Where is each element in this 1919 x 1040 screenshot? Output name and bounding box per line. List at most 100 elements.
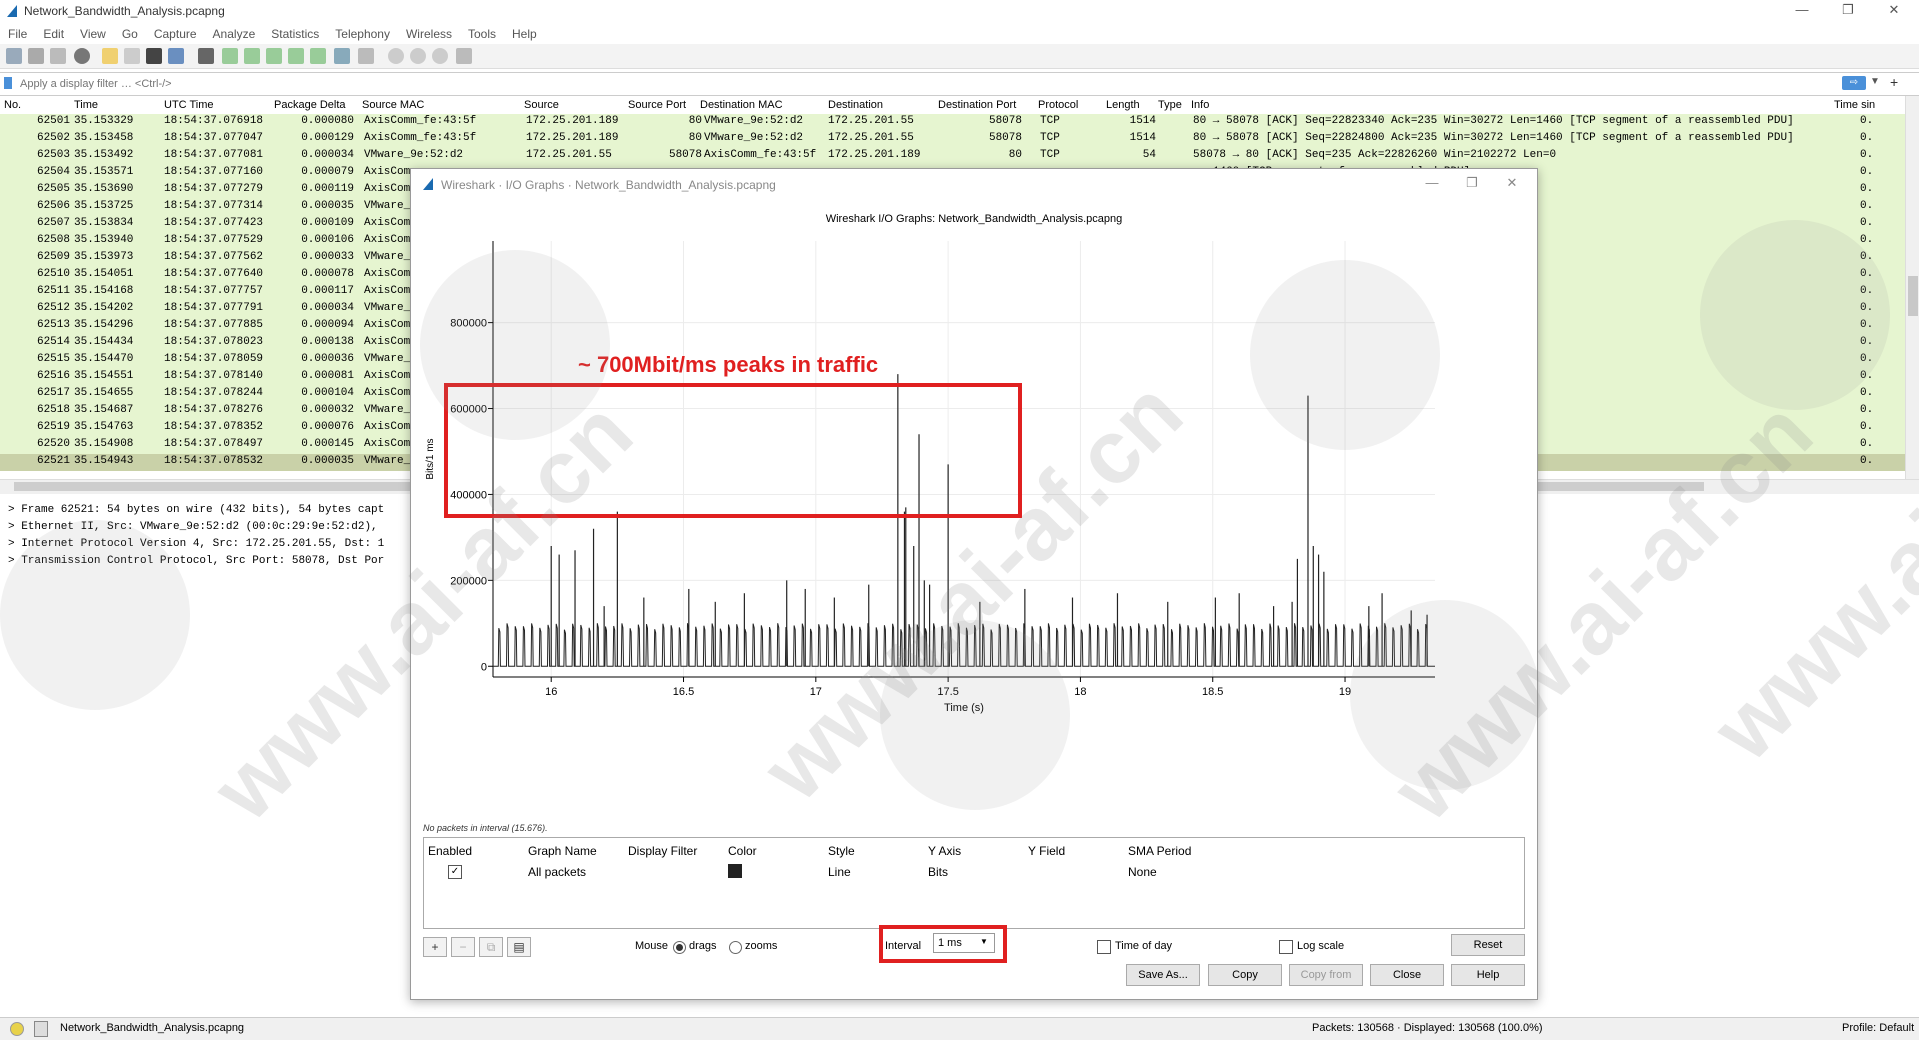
display-filter-input[interactable] <box>18 75 1842 93</box>
detail-ethernet[interactable]: > Ethernet II, Src: VMware_9e:52:d2 (00:… <box>8 521 384 533</box>
normal-size-icon[interactable] <box>432 48 448 64</box>
drags-radio[interactable] <box>673 941 686 954</box>
mouse-label: Mouse <box>635 940 669 952</box>
apply-filter-arrow-icon[interactable]: ⇨ <box>1842 76 1866 90</box>
scroll-thumb[interactable] <box>1908 276 1918 316</box>
copy-button[interactable]: Copy <box>1208 964 1282 986</box>
close-window-button[interactable]: ✕ <box>1874 2 1914 22</box>
close-file-icon[interactable] <box>146 48 162 64</box>
clear-graphs-button[interactable]: ▤ <box>507 937 531 957</box>
packet-cell: AxisCom <box>364 268 411 280</box>
help-button[interactable]: Help <box>1451 964 1525 986</box>
packet-cell: AxisComm_fe:43:5f <box>704 149 817 161</box>
save-as-button[interactable]: Save As... <box>1126 964 1200 986</box>
sma-period-cell[interactable]: None <box>1128 865 1157 879</box>
column-header[interactable]: Type <box>1158 99 1182 111</box>
stop-capture-icon[interactable] <box>28 48 44 64</box>
menu-telephony[interactable]: Telephony <box>327 24 398 44</box>
autoscroll-icon[interactable] <box>334 48 350 64</box>
resize-columns-icon[interactable] <box>456 48 472 64</box>
style-cell[interactable]: Line <box>828 865 851 879</box>
column-header[interactable]: Source MAC <box>362 99 424 111</box>
save-file-icon[interactable] <box>124 48 140 64</box>
column-header[interactable]: Destination MAC <box>700 99 783 111</box>
copy-from-button[interactable]: Copy from <box>1289 964 1363 986</box>
column-header[interactable]: Info <box>1191 99 1209 111</box>
chevron-down-icon[interactable]: ▼ <box>1870 76 1880 87</box>
find-packet-icon[interactable] <box>198 48 214 64</box>
column-header[interactable]: Source <box>524 99 559 111</box>
restart-capture-icon[interactable] <box>50 48 66 64</box>
menu-edit[interactable]: Edit <box>35 24 72 44</box>
dialog-close-button[interactable]: ✕ <box>1497 175 1527 191</box>
open-file-icon[interactable] <box>102 48 118 64</box>
zoom-in-icon[interactable] <box>388 48 404 64</box>
column-header[interactable]: Destination Port <box>938 99 1016 111</box>
packet-cell: 18:54:37.077757 <box>164 285 264 297</box>
go-back-icon[interactable] <box>222 48 238 64</box>
time-of-day-checkbox[interactable] <box>1097 940 1111 954</box>
copy-graph-button[interactable]: ⧉ <box>479 937 503 957</box>
dialog-minimize-button[interactable]: — <box>1417 175 1447 190</box>
column-header[interactable]: Time sin <box>1834 99 1875 111</box>
packet-cell: AxisCom <box>364 387 411 399</box>
column-header[interactable]: Source Port <box>628 99 686 111</box>
menu-capture[interactable]: Capture <box>146 24 205 44</box>
packet-row[interactable]: 62502 35.153458 18:54:37.077047 0.000129 Axi… <box>0 131 1905 148</box>
zoom-out-icon[interactable] <box>410 48 426 64</box>
menu-statistics[interactable]: Statistics <box>263 24 327 44</box>
remove-graph-button[interactable]: − <box>451 937 475 957</box>
add-graph-button[interactable]: + <box>423 937 447 957</box>
graph-name-cell[interactable]: All packets <box>528 865 586 879</box>
menu-analyze[interactable]: Analyze <box>205 24 264 44</box>
column-header[interactable]: Protocol <box>1038 99 1078 111</box>
column-header[interactable]: Time <box>74 99 98 111</box>
column-header[interactable]: Length <box>1106 99 1140 111</box>
packet-cell: 18:54:37.078059 <box>164 353 264 365</box>
packet-list-vscrollbar[interactable] <box>1905 96 1919 479</box>
packet-row[interactable]: 62503 35.153492 18:54:37.077081 0.000034 VMw… <box>0 148 1905 165</box>
menu-go[interactable]: Go <box>114 24 146 44</box>
packet-cell: 35.153940 <box>74 234 134 246</box>
close-button[interactable]: Close <box>1370 964 1444 986</box>
log-scale-checkbox[interactable] <box>1279 940 1293 954</box>
bookmark-icon[interactable] <box>4 77 12 89</box>
minimize-button[interactable]: — <box>1782 2 1822 22</box>
menu-file[interactable]: File <box>0 24 35 44</box>
detail-frame[interactable]: > Frame 62521: 54 bytes on wire (432 bit… <box>8 504 384 516</box>
edit-comment-icon[interactable] <box>34 1021 48 1037</box>
column-header[interactable]: Destination <box>828 99 883 111</box>
menu-wireless[interactable]: Wireless <box>398 24 460 44</box>
no-packets-message: No packets in interval (15.676). <box>423 823 548 833</box>
color-swatch[interactable] <box>728 864 742 878</box>
reload-icon[interactable] <box>168 48 184 64</box>
last-packet-icon[interactable] <box>310 48 326 64</box>
dialog-maximize-button[interactable]: ❐ <box>1457 175 1487 191</box>
expert-info-icon[interactable] <box>10 1022 24 1036</box>
start-capture-icon[interactable] <box>6 48 22 64</box>
enabled-checkbox[interactable]: ✓ <box>448 865 462 879</box>
packet-row[interactable]: 62501 35.153329 18:54:37.076918 0.000080 Axi… <box>0 114 1905 131</box>
reset-button[interactable]: Reset <box>1451 934 1525 956</box>
first-packet-icon[interactable] <box>288 48 304 64</box>
detail-ip[interactable]: > Internet Protocol Version 4, Src: 172.… <box>8 538 384 550</box>
maximize-button[interactable]: ❐ <box>1828 2 1868 22</box>
packet-cell: AxisCom <box>364 234 411 246</box>
menu-help[interactable]: Help <box>504 24 545 44</box>
packet-cell: 172.25.201.189 <box>526 132 619 144</box>
y-axis-cell[interactable]: Bits <box>928 865 948 879</box>
column-header[interactable]: No. <box>4 99 21 111</box>
column-header[interactable]: UTC Time <box>164 99 214 111</box>
go-forward-icon[interactable] <box>244 48 260 64</box>
zooms-radio[interactable] <box>729 941 742 954</box>
capture-options-icon[interactable] <box>74 48 90 64</box>
colorize-icon[interactable] <box>358 48 374 64</box>
add-filter-button[interactable]: + <box>1890 74 1898 90</box>
io-graph-plot[interactable]: 16 16.5 17 17.5 18 18.5 1902000004000006000008… <box>411 229 1537 819</box>
status-profile[interactable]: Profile: Default <box>1842 1022 1914 1034</box>
detail-tcp[interactable]: > Transmission Control Protocol, Src Por… <box>8 555 384 567</box>
column-header[interactable]: Package Delta <box>274 99 346 111</box>
go-to-packet-icon[interactable] <box>266 48 282 64</box>
menu-tools[interactable]: Tools <box>460 24 504 44</box>
menu-view[interactable]: View <box>72 24 114 44</box>
